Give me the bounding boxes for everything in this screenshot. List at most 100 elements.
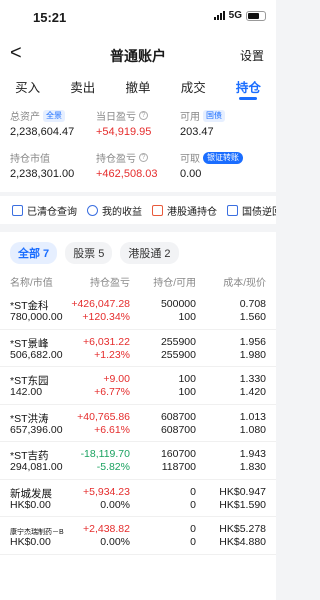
position-pnl: +40,765.86	[77, 410, 130, 423]
header-cost: 成本/现价	[223, 278, 266, 289]
available-qty: 0	[190, 498, 196, 511]
pnl-percent: +6.61%	[94, 423, 130, 436]
pnl-percent: +6.77%	[94, 386, 130, 398]
bond-badge[interactable]: 国债	[203, 109, 225, 122]
cost-price: 0.708	[239, 298, 266, 310]
cost-price: HK$0.947	[219, 485, 266, 498]
tab-positions[interactable]: 持仓	[221, 72, 276, 102]
table-row[interactable]: 新城发展 HK$0.00 +5,934.23 0.00% 0 0 HK$0.94…	[0, 480, 276, 517]
header-pnl: 持仓盈亏	[90, 278, 130, 289]
current-price: 1.830	[239, 461, 266, 473]
bond-icon	[227, 204, 238, 216]
available-qty: 100	[178, 386, 196, 398]
daily-pnl-label: 当日盈亏	[96, 112, 136, 123]
pnl-percent: 0.00%	[100, 536, 130, 548]
total-assets-label: 总资产	[10, 112, 40, 123]
closed-positions-link[interactable]: 已清仓查询	[12, 203, 77, 218]
current-price: 1.080	[239, 423, 266, 436]
tab-buy[interactable]: 买入	[0, 72, 55, 102]
network-label: 5G	[228, 10, 242, 21]
table-row[interactable]: 康宁杰瑞制药－B HK$0.00 +2,438.82 0.00% 0 0 HK$…	[0, 517, 276, 555]
help-icon[interactable]: ?	[139, 153, 148, 162]
bank-transfer-button[interactable]: 银证转账	[203, 151, 243, 164]
cost-price: 1.013	[239, 410, 266, 423]
status-bar: 15:21 5G	[0, 0, 276, 36]
table-row[interactable]: *ST洪涛 657,396.00 +40,765.86 +6.61% 60870…	[0, 405, 276, 442]
hk-connect-positions-link[interactable]: 港股通持仓	[152, 203, 217, 218]
header-position: 持仓/可用	[153, 278, 196, 289]
position-pnl: +2,438.82	[82, 523, 130, 535]
table-row[interactable]: *ST景峰 506,682.00 +6,031.22 +1.23% 255900…	[0, 330, 276, 367]
signal-icon	[213, 11, 225, 20]
table-row[interactable]: *ST金科 780,000.00 +426,047.28 +120.34% 50…	[0, 292, 276, 330]
position-qty: 608700	[160, 410, 196, 423]
total-assets: 总资产 全景 2,238,604.47	[10, 108, 74, 138]
my-earnings-link[interactable]: 我的收益	[87, 203, 142, 218]
cost-price: 1.330	[239, 373, 266, 385]
market-value-label: 持仓市值	[10, 154, 50, 165]
house-icon	[152, 204, 163, 216]
panorama-badge[interactable]: 全景	[43, 109, 65, 122]
quick-label: 国债逆回	[242, 206, 276, 218]
filter-all[interactable]: 全部 7	[10, 242, 58, 264]
market-value: HK$0.00	[10, 536, 51, 548]
pnl-percent: 0.00%	[100, 498, 130, 511]
market-value: 持仓市值 2,238,301.00	[10, 150, 74, 180]
market-value: 142.00	[10, 386, 43, 398]
clipboard-icon	[12, 204, 23, 216]
position-pnl-value: +462,508.03	[96, 168, 158, 180]
position-qty: 500000	[160, 298, 196, 310]
position-pnl: 持仓盈亏? +462,508.03	[96, 150, 157, 180]
cost-price: HK$5.278	[219, 523, 266, 535]
position-qty: 0	[190, 523, 196, 535]
positions-panel: 全部 7 股票 5 港股通 2 名称/市值 持仓盈亏 持仓/可用 成本/现价 *…	[0, 232, 276, 600]
filter-stocks[interactable]: 股票 5	[65, 242, 113, 264]
position-pnl: -18,119.70	[80, 448, 130, 460]
position-qty: 100	[178, 373, 196, 385]
market-value: 506,682.00	[10, 348, 63, 361]
table-row[interactable]: *ST吉药 294,081.00 -18,119.70 -5.82% 16070…	[0, 442, 276, 480]
market-value: 294,081.00	[10, 461, 63, 473]
bond-repo-link[interactable]: 国债逆回	[227, 203, 276, 218]
available-qty: 0	[190, 536, 196, 548]
filter-hk-connect[interactable]: 港股通 2	[120, 242, 179, 264]
withdrawable: 可取 银证转账 0.00	[180, 150, 243, 180]
trade-tabs: 买入 卖出 撤单 成交 持仓	[0, 72, 276, 102]
available-label: 可用	[180, 112, 200, 123]
current-price: HK$1.590	[219, 498, 266, 511]
current-price: 1.420	[239, 386, 266, 398]
tab-sell[interactable]: 卖出	[55, 72, 110, 102]
quick-actions: 已清仓查询 我的收益 港股通持仓 国债逆回	[0, 196, 276, 224]
position-pnl: +426,047.28	[71, 298, 130, 310]
table-row[interactable]: *ST东园 142.00 +9.00 +6.77% 100 100 1.330 …	[0, 367, 276, 405]
pnl-percent: -5.82%	[96, 461, 130, 473]
current-price: HK$4.880	[219, 536, 266, 548]
tab-cancel[interactable]: 撤单	[110, 72, 165, 102]
market-value: HK$0.00	[10, 498, 51, 511]
position-qty: 255900	[160, 335, 196, 348]
positions-table: *ST金科 780,000.00 +426,047.28 +120.34% 50…	[0, 292, 276, 555]
header-name: 名称/市值	[10, 278, 53, 289]
battery-icon	[246, 10, 266, 21]
quick-label: 港股通持仓	[167, 206, 217, 218]
help-icon[interactable]: ?	[139, 111, 148, 120]
market-value-value: 2,238,301.00	[10, 168, 75, 180]
withdrawable-label: 可取	[180, 154, 200, 165]
quick-label: 已清仓查询	[27, 206, 77, 218]
position-pnl: +6,031.22	[82, 335, 130, 348]
nav-bar: < 普通账户 设置	[0, 36, 276, 72]
position-pnl: +5,934.23	[82, 485, 130, 498]
cost-price: 1.943	[239, 448, 266, 460]
available-funds: 可用 国债 203.47	[180, 108, 225, 138]
settings-button[interactable]: 设置	[240, 47, 264, 64]
available-qty: 255900	[160, 348, 196, 361]
position-pnl-label: 持仓盈亏	[96, 154, 136, 165]
pnl-percent: +1.23%	[94, 348, 130, 361]
pnl-percent: +120.34%	[82, 311, 130, 323]
available-value: 203.47	[180, 126, 214, 138]
market-value: 780,000.00	[10, 311, 63, 323]
tab-deals[interactable]: 成交	[166, 72, 221, 102]
quick-label: 我的收益	[102, 206, 142, 218]
withdrawable-value: 0.00	[180, 168, 202, 180]
available-qty: 100	[178, 311, 196, 323]
